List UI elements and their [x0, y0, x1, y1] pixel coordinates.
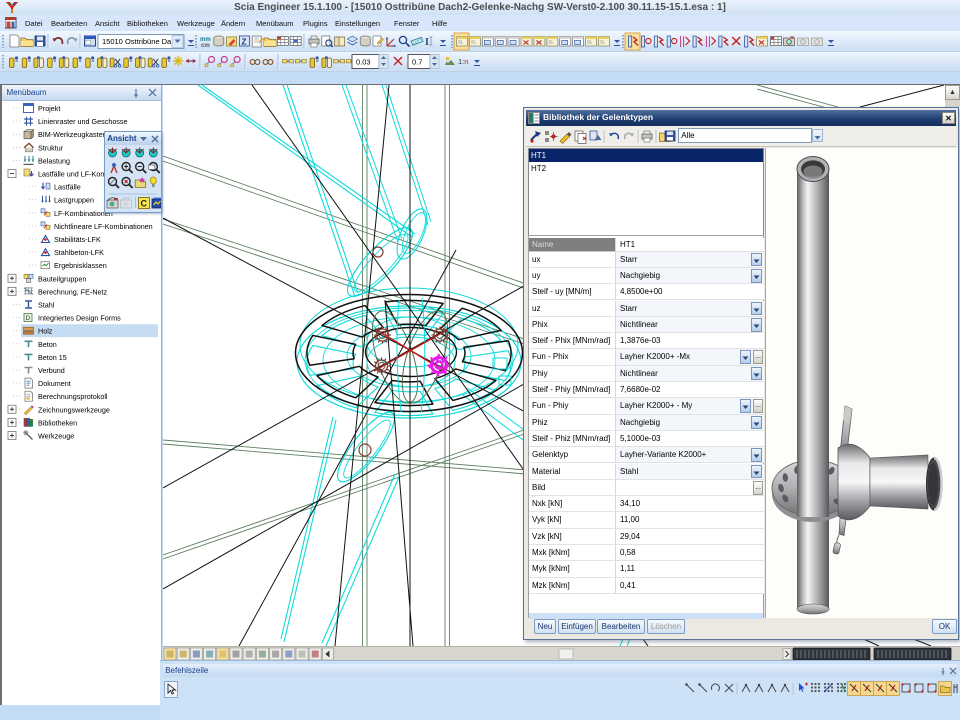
svg-text:1:n: 1:n — [458, 57, 468, 66]
svg-text:15010 Osttribüne Da: 15010 Osttribüne Da — [102, 37, 172, 46]
svg-text:cm: cm — [201, 43, 210, 49]
svg-text:I: I — [425, 37, 429, 48]
svg-text:Beton: Beton — [38, 340, 57, 349]
svg-text:Zeichnungswerkzeuge: Zeichnungswerkzeuge — [38, 405, 110, 414]
svg-text:Berechnung, FE-Netz: Berechnung, FE-Netz — [38, 287, 108, 296]
svg-text:Werkzeuge: Werkzeuge — [38, 432, 74, 441]
svg-text:Lastgruppen: Lastgruppen — [54, 196, 94, 205]
svg-text:Stahl: Stahl — [38, 301, 55, 310]
svg-text:Ergebnisklassen: Ergebnisklassen — [54, 261, 107, 270]
svg-text:Nichtlineare LF-Kombinationen: Nichtlineare LF-Kombinationen — [54, 222, 153, 231]
svg-text:Projekt: Projekt — [38, 104, 60, 113]
svg-text:Bibliotheken: Bibliotheken — [38, 418, 77, 427]
svg-text:0.03: 0.03 — [356, 58, 371, 67]
svg-text:C: C — [141, 199, 148, 209]
svg-text:Dokument: Dokument — [38, 379, 71, 388]
svg-text:Linienraster und Geschosse: Linienraster und Geschosse — [38, 117, 128, 126]
svg-text:Beton 15: Beton 15 — [38, 353, 67, 362]
svg-text:Lastfälle und LF-Komb: Lastfälle und LF-Komb — [38, 170, 110, 179]
svg-text:Stabilitäts-LFK: Stabilitäts-LFK — [54, 235, 101, 244]
svg-text:Z: Z — [241, 37, 246, 47]
svg-text:Berechnungsprotokoll: Berechnungsprotokoll — [38, 392, 108, 401]
svg-text:0.7: 0.7 — [412, 58, 422, 67]
svg-text:Verbund: Verbund — [38, 366, 65, 375]
svg-text:BIM-Werkzeugkasten: BIM-Werkzeugkasten — [38, 130, 107, 139]
svg-text:Bauteilgruppen: Bauteilgruppen — [38, 274, 86, 283]
svg-text:Lastfälle: Lastfälle — [54, 183, 81, 192]
svg-text:D: D — [26, 315, 31, 322]
svg-text:Holz: Holz — [38, 327, 53, 336]
svg-text:Integriertes Design Forms: Integriertes Design Forms — [38, 314, 121, 323]
svg-text:Belastung: Belastung — [38, 156, 70, 165]
svg-text:Struktur: Struktur — [38, 143, 64, 152]
svg-text:Stahlbeton-LFK: Stahlbeton-LFK — [54, 248, 104, 257]
